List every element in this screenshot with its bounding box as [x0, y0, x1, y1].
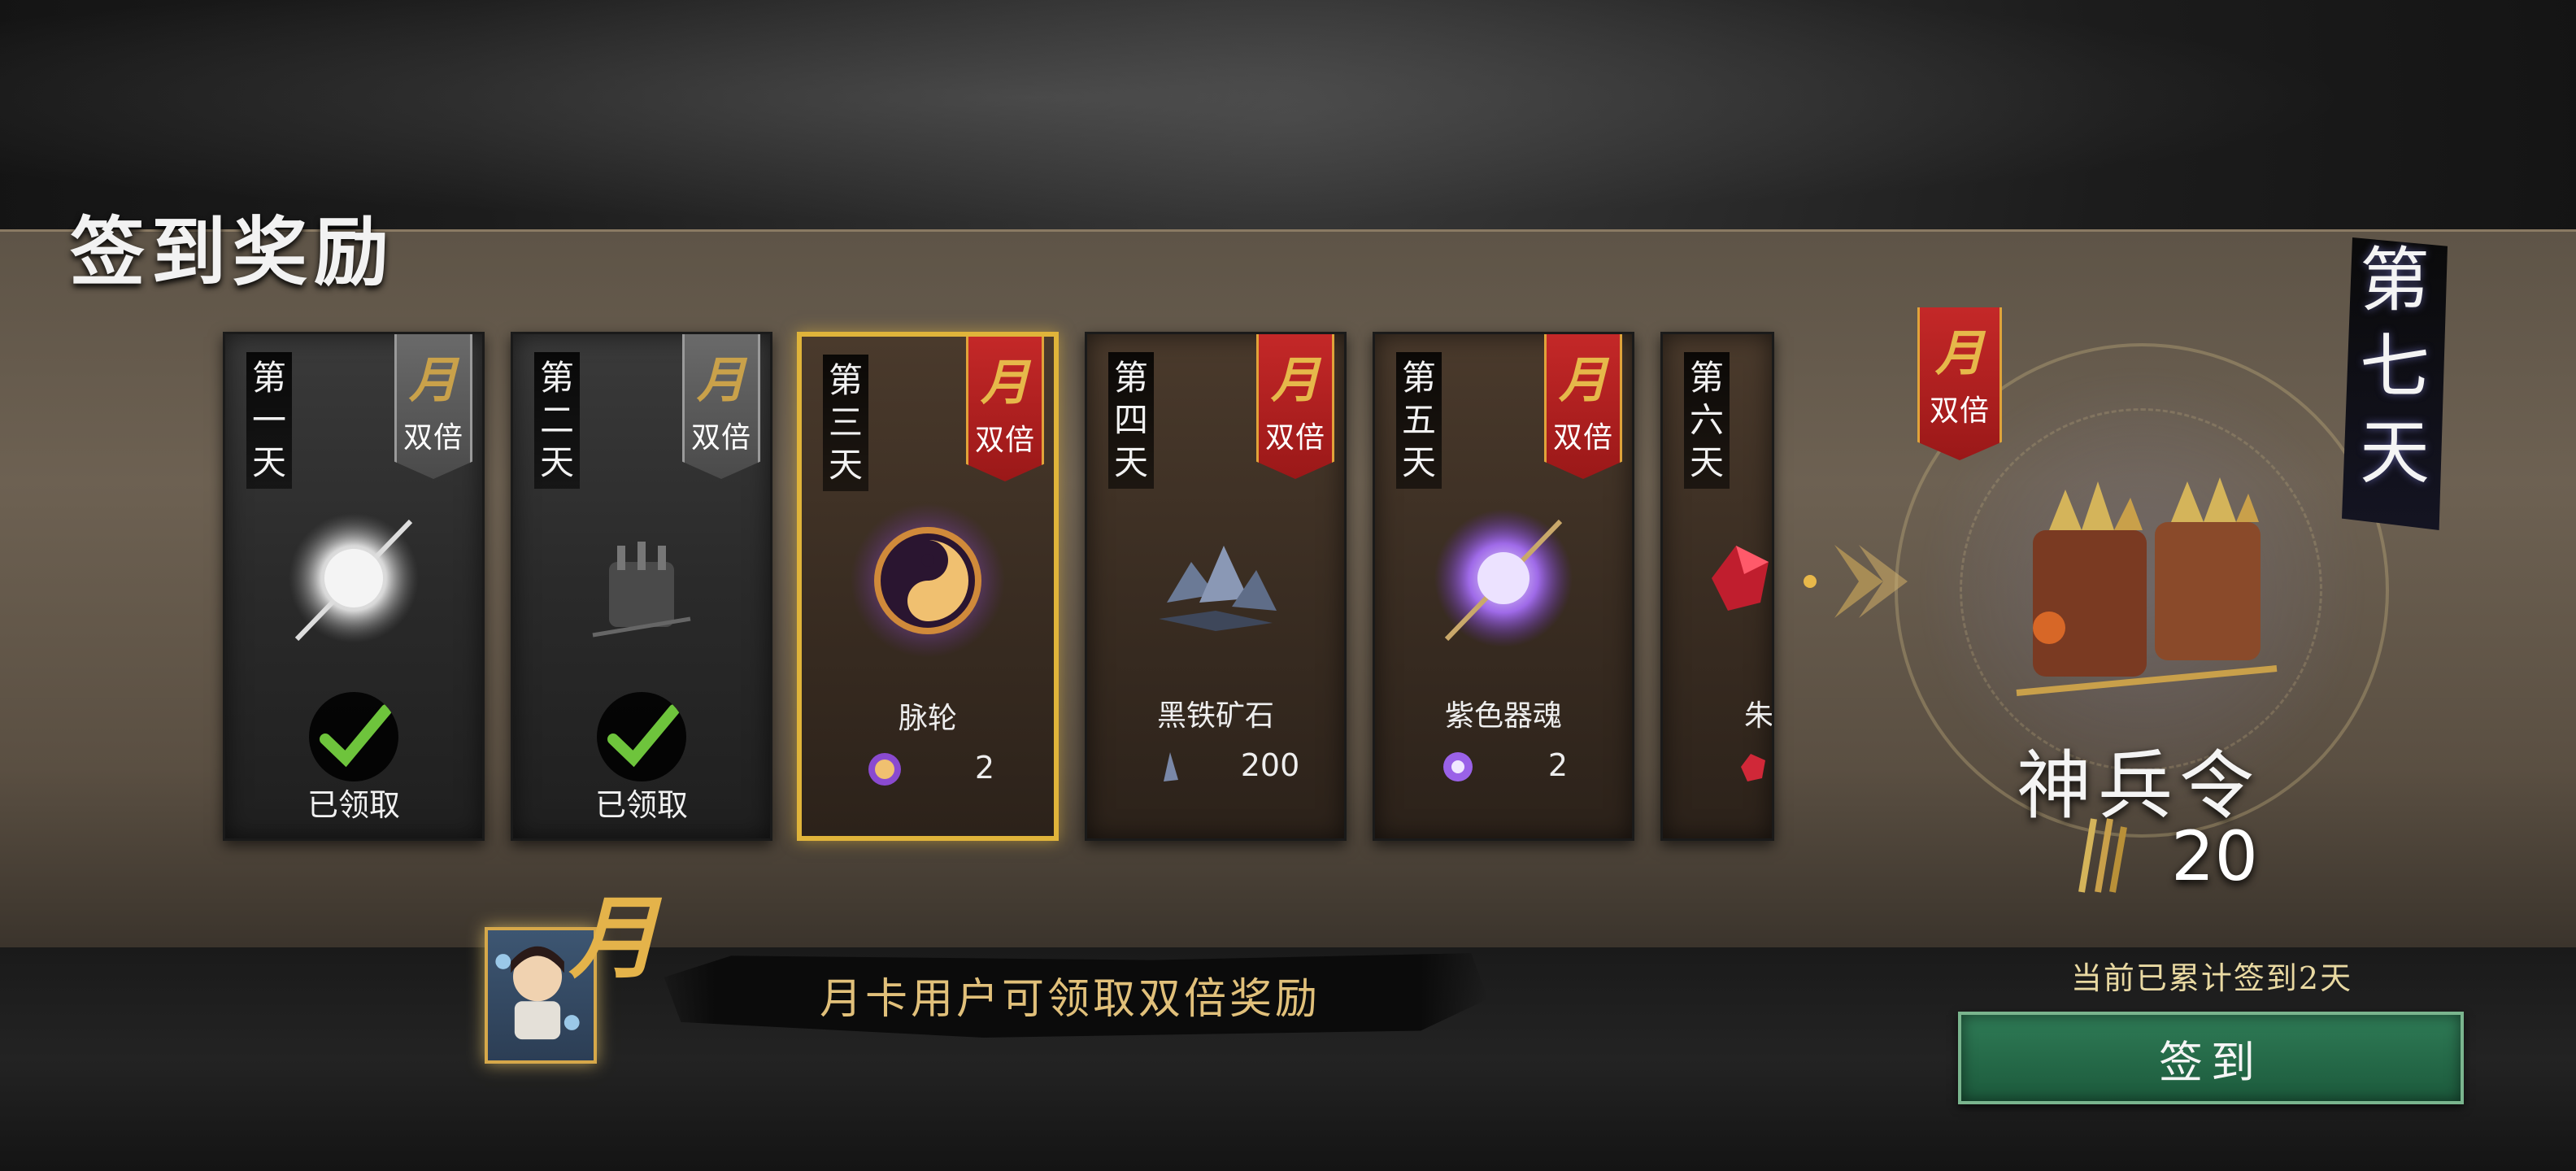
day-label: 第 五 天	[1396, 352, 1442, 489]
monthly-mark: 月	[981, 355, 1029, 411]
page-title: 签到奖励	[70, 208, 396, 296]
monthly-mark: 月	[1935, 325, 1984, 382]
item-quantity-value: 2	[1547, 747, 1569, 783]
claimed-label: 已领取	[594, 787, 688, 823]
yin-yang-orb-icon	[851, 503, 1005, 658]
day-label: 第 一 天	[246, 352, 292, 489]
item-name: 黑铁矿石	[1156, 699, 1274, 733]
item-name: 紫色器魂	[1444, 699, 1562, 733]
reward-name: 神兵令	[2016, 742, 2261, 829]
red-gem-icon	[1712, 546, 1769, 611]
yin-yang-orb-small-icon	[868, 753, 901, 786]
day-card-3[interactable]: 第 三 天 月 双倍 脉轮 2	[797, 332, 1059, 841]
day-label: 第 三 天	[823, 355, 868, 491]
purple-orb-small-icon	[1443, 752, 1473, 781]
double-text: 双倍	[974, 424, 1035, 457]
day-card-4[interactable]: 第 四 天 月 双倍 黑铁矿石 200	[1085, 332, 1347, 841]
reward-quantity: 20	[2171, 816, 2258, 896]
day-card-6[interactable]: 第 六 天 朱	[1660, 332, 1774, 841]
day7-reward-panel[interactable]: 月 双倍 第 七 天 神兵令 20	[1773, 229, 2576, 945]
day-label: 第 二 天	[534, 352, 580, 489]
double-ribbon: 月 双倍	[1256, 334, 1334, 479]
white-orb-icon	[289, 513, 419, 643]
item-quantity: 2	[802, 745, 1054, 794]
check-icon	[597, 692, 686, 781]
day-card-2[interactable]: 第 二 天 月 双倍 已领取	[511, 332, 772, 841]
divine-token-small-icon	[2078, 818, 2127, 893]
double-ribbon: 月 双倍	[394, 334, 472, 479]
black-iron-ore-small-icon	[1164, 752, 1178, 781]
purple-orb-icon	[1434, 509, 1573, 647]
double-text: 双倍	[1264, 421, 1325, 455]
divine-token-icon	[2016, 477, 2278, 696]
day-card-5[interactable]: 第 五 天 月 双倍 紫色器魂 2	[1373, 332, 1634, 841]
monthly-banner-text: 月卡用户可领取双倍奖励	[819, 975, 1321, 1024]
double-text: 双倍	[1929, 394, 1990, 428]
monthly-mark: 月	[409, 352, 458, 409]
item-name: 朱	[1744, 699, 1774, 733]
day7-label: 第 七 天	[2342, 237, 2448, 530]
check-icon	[309, 692, 398, 781]
double-text: 双倍	[690, 421, 751, 455]
item-quantity-value: 200	[1240, 747, 1300, 783]
claimed-label: 已领取	[307, 787, 400, 823]
monthly-mark: 月	[1559, 352, 1608, 409]
monthly-mark: 月	[697, 352, 746, 409]
black-iron-ore-icon	[1159, 546, 1277, 631]
sign-in-button[interactable]: 签到	[1958, 1012, 2464, 1104]
day-label: 第 四 天	[1108, 352, 1154, 489]
item-quantity: 2	[1375, 742, 1632, 791]
monthly-card-mark: 月	[569, 886, 659, 990]
token-bucket-icon	[592, 542, 691, 638]
day-card-1[interactable]: 第 一 天 月 双倍 已领取	[223, 332, 485, 841]
item-name: 脉轮	[898, 702, 957, 735]
day7-double-ribbon: 月 双倍	[1917, 307, 2002, 460]
double-ribbon: 月 双倍	[966, 337, 1044, 481]
double-ribbon: 月 双倍	[1544, 334, 1622, 479]
sign-in-progress: 当前已累计签到2天	[2070, 960, 2353, 996]
double-ribbon: 月 双倍	[682, 334, 760, 479]
red-gem-small-icon	[1741, 754, 1765, 781]
item-quantity: 200	[1087, 742, 1344, 791]
monthly-mark: 月	[1271, 352, 1320, 409]
double-text: 双倍	[402, 421, 463, 455]
sign-in-button-label: 签到	[2159, 1036, 2263, 1088]
double-text: 双倍	[1552, 421, 1613, 455]
item-quantity-value: 2	[974, 750, 995, 786]
day-label: 第 六 天	[1684, 352, 1730, 489]
